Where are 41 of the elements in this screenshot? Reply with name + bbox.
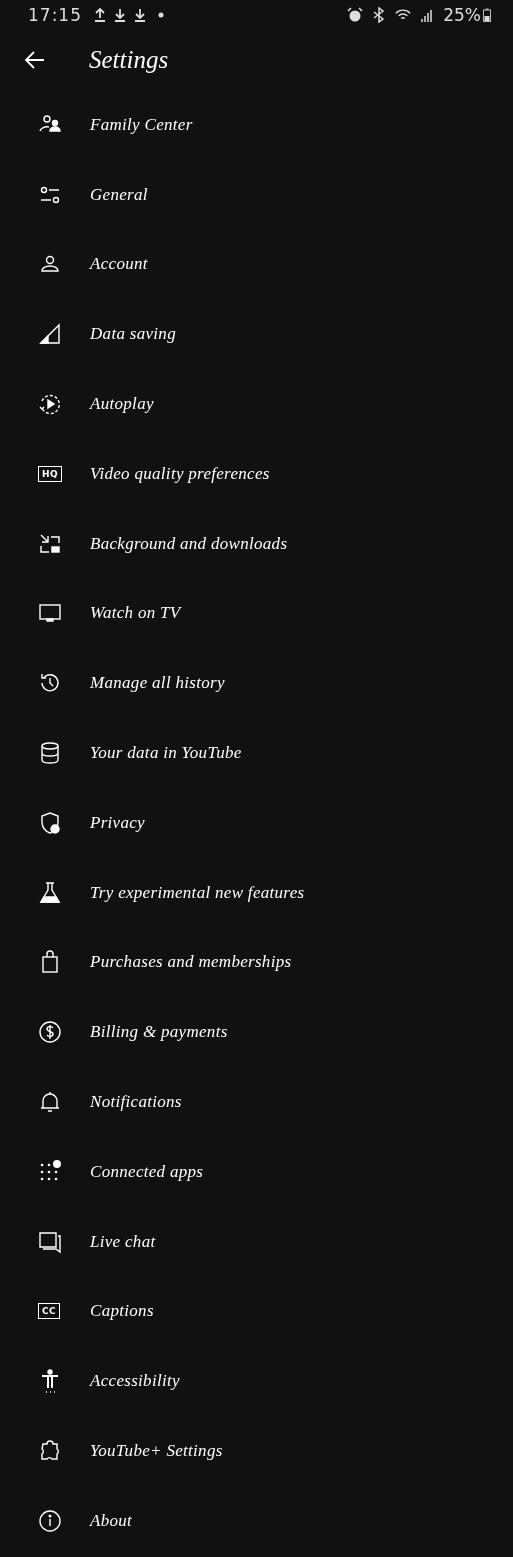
- settings-item[interactable]: About: [0, 1485, 513, 1556]
- label-icon: CC: [38, 1303, 61, 1320]
- battery-percent: 25%: [443, 5, 481, 25]
- settings-item[interactable]: Accessibility: [0, 1346, 513, 1417]
- settings-item[interactable]: Data saving: [0, 299, 513, 370]
- flask-icon: [38, 880, 62, 905]
- chat-icon: [38, 1229, 62, 1254]
- settings-item[interactable]: CC Captions: [0, 1276, 513, 1347]
- download-icon: [114, 8, 126, 22]
- battery-icon: [483, 8, 491, 22]
- status-time: 17:15: [28, 5, 82, 25]
- database-icon: [38, 741, 62, 766]
- info-icon: [38, 1508, 62, 1533]
- settings-item[interactable]: Background and downloads: [0, 508, 513, 579]
- settings-item[interactable]: Notifications: [0, 1067, 513, 1137]
- settings-item[interactable]: Purchases and memberships: [0, 927, 513, 998]
- settings-item[interactable]: Privacy: [0, 787, 513, 858]
- settings-item[interactable]: Connected apps: [0, 1136, 513, 1207]
- settings-item[interactable]: YouTube+ Settings: [0, 1416, 513, 1486]
- settings-item[interactable]: Your data in YouTube: [0, 718, 513, 788]
- alarm-icon: [347, 7, 364, 23]
- dot-icon: [158, 12, 164, 18]
- dollar-icon: [38, 1020, 62, 1045]
- shield-icon: [38, 810, 62, 835]
- download-icon: [134, 8, 146, 22]
- upload-icon: [94, 8, 106, 22]
- settings-item[interactable]: HQ Video quality preferences: [0, 439, 513, 509]
- label-icon: HQ: [38, 465, 63, 482]
- autoplay-icon: [38, 392, 62, 417]
- settings-item[interactable]: Account: [0, 229, 513, 300]
- settings-item[interactable]: Try experimental new features: [0, 857, 513, 928]
- settings-item[interactable]: Live chat: [0, 1206, 513, 1277]
- settings-item[interactable]: Family Center: [0, 90, 513, 160]
- settings-item[interactable]: Autoplay: [0, 369, 513, 439]
- signal-icon: [38, 322, 62, 347]
- settings-item[interactable]: General: [0, 159, 513, 230]
- settings-item[interactable]: Manage all history: [0, 648, 513, 719]
- settings-item[interactable]: Watch on TV: [0, 578, 513, 649]
- bell-icon: [38, 1090, 62, 1115]
- settings-item[interactable]: Billing & payments: [0, 997, 513, 1068]
- page-title: Settings: [89, 46, 169, 74]
